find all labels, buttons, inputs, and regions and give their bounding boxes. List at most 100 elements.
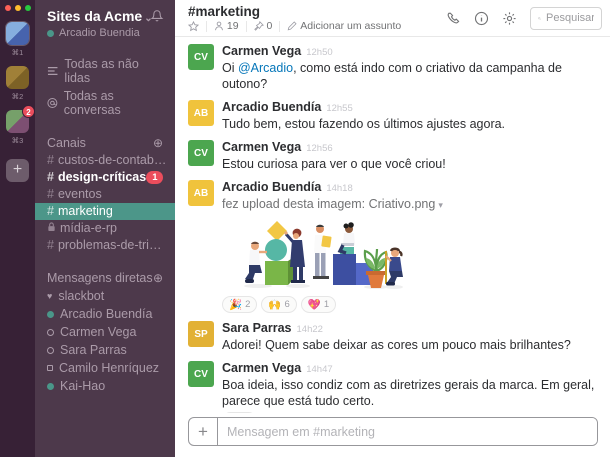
gear-icon[interactable] <box>502 11 517 26</box>
search-input[interactable] <box>546 12 594 24</box>
avatar[interactable]: CV <box>188 361 214 387</box>
dm-name: Arcadio Buendía <box>60 307 152 322</box>
workspace-shortcut: ⌘1 <box>6 48 29 57</box>
message-input[interactable] <box>218 418 597 445</box>
channel-name: design-críticas <box>58 170 146 185</box>
sidebar-dm-carmen-vega[interactable]: Carmen Vega <box>35 323 175 341</box>
avatar[interactable]: AB <box>188 100 214 126</box>
pins-count-value: 0 <box>267 20 273 32</box>
message-author[interactable]: Sara Parras <box>222 321 292 335</box>
search-box[interactable] <box>530 7 602 30</box>
workspace-menu[interactable]: Sites da Acme⌄ <box>47 8 163 24</box>
sidebar-channel-problemas-de-tri[interactable]: #problemas-de-tri… <box>35 237 175 254</box>
presence-online-icon <box>47 311 54 318</box>
upload-note: fez upload desta imagem: Criativo.png▾ <box>222 196 443 213</box>
workspace-name: Sites da Acme <box>47 8 142 24</box>
reaction-pill[interactable]: 🙌6 <box>261 296 296 313</box>
dm-name: Carmen Vega <box>60 325 136 340</box>
main-panel: #marketing 19 0 <box>175 0 610 457</box>
sidebar-dm-arcadio-buendia[interactable]: Arcadio Buendía <box>35 305 175 323</box>
message-author[interactable]: Carmen Vega <box>222 44 301 58</box>
reaction-pill[interactable]: 💖1 <box>301 296 336 313</box>
message: CV Carmen Vega14h47 Boa ideia, isso cond… <box>188 361 600 413</box>
sidebar-channel-custos-de-contab[interactable]: #custos-de-contab… <box>35 152 175 169</box>
star-icon[interactable] <box>188 21 199 32</box>
mention-link[interactable]: @Arcadio <box>238 61 293 75</box>
notifications-bell-icon[interactable] <box>150 9 164 23</box>
sidebar-channel-eventos[interactable]: #eventos <box>35 186 175 203</box>
sidebar-dm-slackbot[interactable]: ♥slackbot <box>35 287 175 305</box>
close-window-button[interactable] <box>5 5 11 11</box>
message-timestamp[interactable]: 14h18 <box>326 183 352 194</box>
members-count[interactable]: 19 <box>214 20 239 32</box>
minimize-window-button[interactable] <box>15 5 21 11</box>
message-timestamp[interactable]: 14h47 <box>306 364 332 375</box>
reaction-count: 6 <box>284 299 289 310</box>
dm-name: slackbot <box>58 289 104 304</box>
message-text: Adorei! Quem sabe deixar as cores um pou… <box>222 337 571 353</box>
sidebar-dm-sara-parras[interactable]: Sara Parras <box>35 341 175 359</box>
at-icon <box>47 97 58 109</box>
pins-count[interactable]: 0 <box>254 20 273 32</box>
sidebar-channel-midia-e-rp[interactable]: mídia-e-rp <box>35 220 175 237</box>
slack-window: ⌘1 ⌘2 2 ⌘3 + Sites da Acme⌄ Arcadio Buen… <box>0 0 610 457</box>
attach-plus-button[interactable]: + <box>189 418 218 445</box>
sidebar-channel-marketing[interactable]: # marketing <box>35 203 175 220</box>
message-author[interactable]: Carmen Vega <box>222 140 301 154</box>
dm-name: Sara Parras <box>60 343 127 358</box>
call-phone-icon[interactable] <box>446 11 461 26</box>
nav-label: Todas as conversas <box>64 89 163 117</box>
reaction-pill[interactable]: 👌1 <box>222 412 257 413</box>
channels-header[interactable]: Canais <box>47 136 86 150</box>
sidebar-item-all-conversations[interactable]: Todas as conversas <box>35 87 175 119</box>
add-dm-icon[interactable]: ⊕ <box>153 272 163 284</box>
message-timestamp[interactable]: 14h22 <box>297 324 323 335</box>
message-timestamp[interactable]: 12h55 <box>326 103 352 114</box>
channel-header: #marketing 19 0 <box>175 0 610 37</box>
zoom-window-button[interactable] <box>25 5 31 11</box>
current-user-presence[interactable]: Arcadio Buendia <box>47 27 163 39</box>
avatar[interactable]: SP <box>188 321 214 347</box>
hash-icon: # <box>47 238 54 253</box>
reactions-row: 🎉2 🙌6 💖1 <box>222 296 443 313</box>
reaction-pill[interactable]: 🎉2 <box>222 296 257 313</box>
sidebar-dm-kai-hao[interactable]: Kai-Hao <box>35 377 175 395</box>
channel-topic[interactable]: Adicionar um assunto <box>287 20 401 32</box>
hash-icon: # <box>47 204 54 219</box>
workspace-unread-badge: 2 <box>22 105 35 118</box>
message-text: Estou curiosa para ver o que você criou! <box>222 156 446 172</box>
message-author[interactable]: Carmen Vega <box>222 361 301 375</box>
message-author[interactable]: Arcadio Buendía <box>222 100 321 114</box>
info-icon[interactable] <box>474 11 489 26</box>
workspace-switcher-1[interactable] <box>6 22 29 45</box>
avatar[interactable]: CV <box>188 140 214 166</box>
presence-offline-icon <box>47 347 54 354</box>
message-timestamp[interactable]: 12h56 <box>306 143 332 154</box>
uploaded-image-criativo-png[interactable] <box>236 219 406 291</box>
message-timestamp[interactable]: 12h50 <box>306 47 332 58</box>
hash-icon: # <box>47 187 54 202</box>
add-workspace-button[interactable]: + <box>6 159 29 182</box>
sidebar-dm-camilo-henriquez[interactable]: Camilo Henríquez <box>35 359 175 377</box>
workspace-switcher-3[interactable]: 2 <box>6 110 29 133</box>
pin-icon <box>254 21 264 31</box>
message-list[interactable]: CV Carmen Vega 12h50 Oi @Arcadio, como es… <box>175 37 610 413</box>
avatar[interactable]: CV <box>188 44 214 70</box>
sidebar-item-all-unreads[interactable]: Todas as não lidas <box>35 55 175 87</box>
presence-online-icon <box>47 30 54 37</box>
workspace-switcher-2[interactable] <box>6 66 29 89</box>
expand-caret-icon[interactable]: ▾ <box>438 200 443 210</box>
dms-header[interactable]: Mensagens diretas <box>47 271 153 285</box>
channel-name: marketing <box>58 204 113 219</box>
current-user-name: Arcadio Buendia <box>59 27 140 39</box>
dm-name: Camilo Henríquez <box>59 361 159 376</box>
reaction-count: 2 <box>245 299 250 310</box>
avatar[interactable]: AB <box>188 180 214 206</box>
message: AB Arcadio Buendía12h55 Tudo bem, estou … <box>188 100 600 132</box>
add-channel-icon[interactable]: ⊕ <box>153 137 163 149</box>
message-text: Oi @Arcadio, como está indo com o criati… <box>222 60 600 92</box>
sidebar-channel-design-criticas[interactable]: #design-críticas 1 <box>35 169 175 186</box>
window-controls <box>0 0 31 13</box>
message: CV Carmen Vega 12h50 Oi @Arcadio, como es… <box>188 44 600 92</box>
message-author[interactable]: Arcadio Buendía <box>222 180 321 194</box>
